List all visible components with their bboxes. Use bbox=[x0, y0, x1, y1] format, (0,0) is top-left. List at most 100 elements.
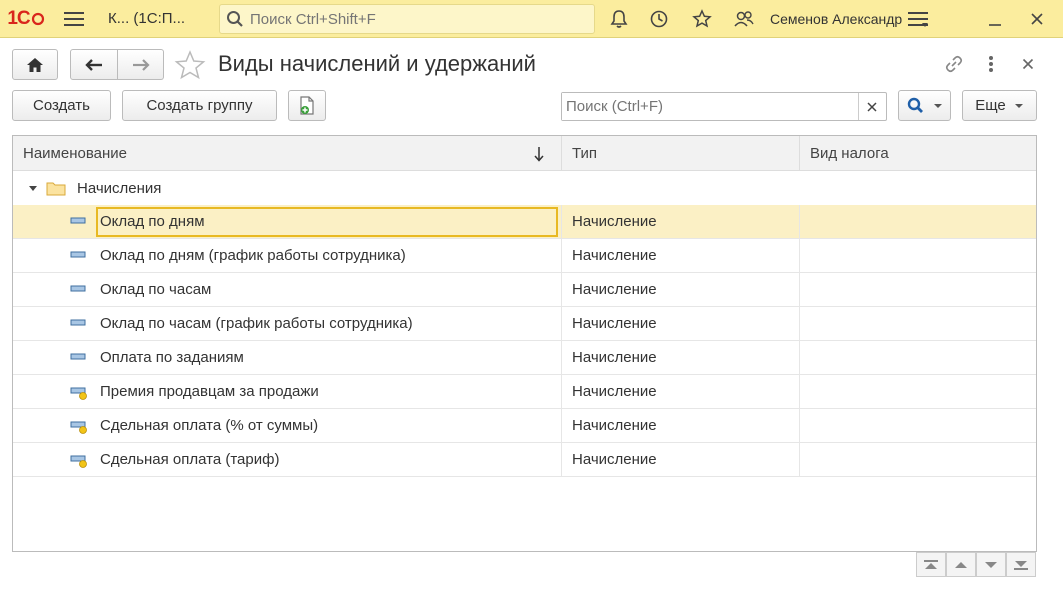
cell-name[interactable]: Оклад по часам bbox=[13, 273, 561, 307]
user-name[interactable]: Семенов Александр bbox=[770, 11, 902, 27]
cell-type: Начисление bbox=[561, 238, 799, 273]
table-row[interactable]: Оклад по часам Начисление bbox=[13, 272, 1036, 307]
logo[interactable]: 1С bbox=[0, 0, 52, 38]
table-row[interactable]: Премия продавцам за продажи Начисление bbox=[13, 374, 1036, 409]
app-title[interactable]: К... (1С:П... bbox=[108, 10, 218, 27]
home-icon bbox=[27, 57, 43, 72]
table-row[interactable]: Оплата по заданиям Начисление bbox=[13, 340, 1036, 375]
item-icon bbox=[70, 251, 86, 258]
group-label: Начисления bbox=[77, 179, 162, 197]
cell-name[interactable]: Оклад по часам (график работы сотрудника… bbox=[13, 307, 561, 341]
scroll-to-bottom-icon bbox=[1014, 560, 1028, 570]
minimize-icon[interactable] bbox=[983, 7, 1007, 31]
cell-tax bbox=[799, 374, 1036, 409]
scroll-to-top-icon bbox=[924, 559, 938, 569]
global-search-input[interactable] bbox=[250, 10, 580, 28]
cell-name[interactable]: Сдельная оплата (% от суммы) bbox=[13, 409, 561, 443]
column-header-name[interactable]: Наименование bbox=[13, 136, 561, 171]
link-icon[interactable] bbox=[942, 52, 966, 76]
column-header-type[interactable]: Тип bbox=[561, 136, 799, 171]
forward-arrow-icon bbox=[132, 58, 150, 71]
cell-tax bbox=[799, 238, 1036, 273]
star-icon[interactable] bbox=[690, 7, 714, 31]
bell-icon[interactable] bbox=[607, 7, 631, 31]
table-row[interactable]: Оклад по дням Начисление bbox=[13, 204, 1036, 239]
scroll-bottom-button[interactable] bbox=[1006, 552, 1036, 577]
group-row[interactable]: Начисления bbox=[13, 171, 1036, 205]
global-search[interactable] bbox=[219, 4, 595, 34]
name-text: Сдельная оплата (тариф) bbox=[100, 451, 280, 468]
users-icon[interactable] bbox=[732, 7, 756, 31]
name-text: Оклад по часам (график работы сотрудника… bbox=[100, 315, 413, 332]
close-icon[interactable] bbox=[1025, 7, 1049, 31]
menu-icon[interactable] bbox=[52, 0, 96, 38]
copy-button[interactable] bbox=[288, 90, 326, 121]
scroll-down-icon bbox=[985, 561, 997, 568]
column-header-tax[interactable]: Вид налога bbox=[799, 136, 1036, 171]
settings-icon[interactable] bbox=[906, 7, 930, 31]
more-button[interactable]: Еще bbox=[962, 90, 1037, 121]
scroll-up-button[interactable] bbox=[946, 552, 976, 577]
item-icon bbox=[70, 217, 86, 224]
column-type-label: Тип bbox=[572, 145, 598, 162]
cell-tax bbox=[799, 340, 1036, 375]
expand-triangle-icon[interactable] bbox=[28, 184, 38, 192]
scroll-top-button[interactable] bbox=[916, 552, 946, 577]
more-label: Еще bbox=[975, 97, 1006, 114]
cell-name[interactable]: Сдельная оплата (тариф) bbox=[13, 443, 561, 477]
cell-tax bbox=[799, 408, 1036, 443]
cell-type: Начисление bbox=[561, 272, 799, 307]
table-row[interactable]: Оклад по часам (график работы сотрудника… bbox=[13, 306, 1036, 341]
back-button[interactable] bbox=[70, 49, 118, 80]
clear-search-icon[interactable] bbox=[858, 93, 884, 120]
search-field[interactable] bbox=[561, 92, 887, 121]
logo-mark bbox=[31, 12, 44, 25]
name-text: Сдельная оплата (% от суммы) bbox=[100, 417, 319, 434]
create-button[interactable]: Создать bbox=[12, 90, 111, 121]
scroll-up-icon bbox=[955, 561, 967, 568]
table-row[interactable]: Оклад по дням (график работы сотрудника)… bbox=[13, 238, 1036, 273]
item-extended-icon bbox=[70, 455, 87, 468]
form-close-icon[interactable] bbox=[1016, 52, 1040, 76]
name-text: Оклад по дням bbox=[96, 206, 558, 237]
name-text: Оклад по дням (график работы сотрудника) bbox=[100, 247, 406, 264]
cell-type: Начисление bbox=[561, 204, 799, 239]
cell-tax bbox=[799, 204, 1036, 239]
table-row[interactable]: Сдельная оплата (% от суммы) Начисление bbox=[13, 408, 1036, 443]
add-document-icon bbox=[300, 95, 314, 115]
forward-button[interactable] bbox=[118, 49, 164, 80]
cell-tax bbox=[799, 272, 1036, 307]
more-vertical-icon[interactable] bbox=[979, 52, 1003, 76]
search-icon bbox=[907, 97, 923, 113]
sort-down-arrow-icon bbox=[534, 147, 544, 162]
nav-arrows bbox=[70, 49, 164, 80]
cell-tax bbox=[799, 442, 1036, 477]
table-row[interactable]: Сдельная оплата (тариф) Начисление bbox=[13, 442, 1036, 477]
cell-type: Начисление bbox=[561, 442, 799, 477]
cell-type: Начисление bbox=[561, 408, 799, 443]
cell-type: Начисление bbox=[561, 374, 799, 409]
folder-icon bbox=[46, 182, 66, 196]
scroll-down-button[interactable] bbox=[976, 552, 1006, 577]
history-icon[interactable] bbox=[647, 7, 671, 31]
search-icon bbox=[227, 11, 243, 27]
cell-name[interactable]: Оклад по дням bbox=[13, 205, 561, 239]
home-button[interactable] bbox=[12, 49, 58, 80]
cell-name[interactable]: Оклад по дням (график работы сотрудника) bbox=[13, 239, 561, 273]
chevron-down-icon bbox=[1014, 103, 1023, 108]
list-table[interactable]: Наименование Тип Вид налога Начисления О… bbox=[12, 135, 1037, 552]
table-header: Наименование Тип Вид налога bbox=[13, 136, 1036, 171]
cell-name[interactable]: Премия продавцам за продажи bbox=[13, 375, 561, 409]
name-text: Оклад по часам bbox=[100, 281, 212, 298]
column-tax-label: Вид налога bbox=[810, 145, 889, 162]
favorite-star-icon[interactable] bbox=[174, 50, 206, 84]
create-group-button[interactable]: Создать группу bbox=[122, 90, 277, 121]
item-icon bbox=[70, 285, 86, 292]
back-arrow-icon bbox=[85, 58, 102, 71]
name-text: Оплата по заданиям bbox=[100, 349, 244, 366]
page-title: Виды начислений и удержаний bbox=[218, 51, 536, 76]
cell-name[interactable]: Оплата по заданиям bbox=[13, 341, 561, 375]
search-input[interactable] bbox=[562, 93, 858, 120]
search-button[interactable] bbox=[898, 90, 951, 121]
item-extended-icon bbox=[70, 387, 87, 400]
